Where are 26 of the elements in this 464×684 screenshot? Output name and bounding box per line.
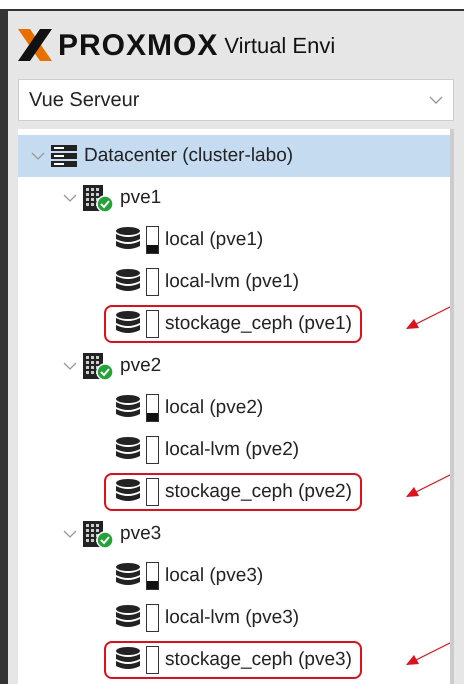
usage-meter — [146, 436, 159, 464]
tree-label: stockage_ceph (pve1) — [165, 312, 352, 336]
usage-meter — [146, 310, 159, 338]
dropdown-caret-icon — [429, 95, 443, 105]
tree-label: local (pve3) — [165, 564, 264, 588]
tree-label: local (pve1) — [165, 228, 264, 252]
logo-x-icon — [16, 27, 54, 63]
tree-label: stockage_ceph (pve2) — [165, 480, 352, 504]
logo-wordmark: PROXMOX — [58, 28, 218, 64]
tree-label: Datacenter (cluster-labo) — [84, 144, 294, 168]
usage-meter — [146, 478, 159, 506]
tree-label: local-lvm (pve2) — [165, 438, 300, 462]
tree-label: pve2 — [120, 354, 162, 378]
view-select[interactable]: Vue Serveur — [18, 79, 454, 121]
usage-meter — [146, 268, 159, 296]
tree-label: pve3 — [120, 522, 162, 546]
tree-item[interactable]: Datacenter (cluster-labo) — [18, 135, 450, 177]
usage-meter — [146, 646, 159, 674]
server-stack-icon — [50, 144, 78, 168]
tree-label: local (pve2) — [165, 396, 264, 420]
tree-label: stockage_ceph (pve3) — [165, 648, 352, 672]
tree-label: local-lvm (pve1) — [165, 270, 300, 294]
usage-meter — [146, 604, 159, 632]
tree-label: local-lvm (pve3) — [165, 606, 300, 630]
product-title: Virtual Envi — [224, 32, 336, 60]
tree-label: pve1 — [120, 186, 162, 210]
